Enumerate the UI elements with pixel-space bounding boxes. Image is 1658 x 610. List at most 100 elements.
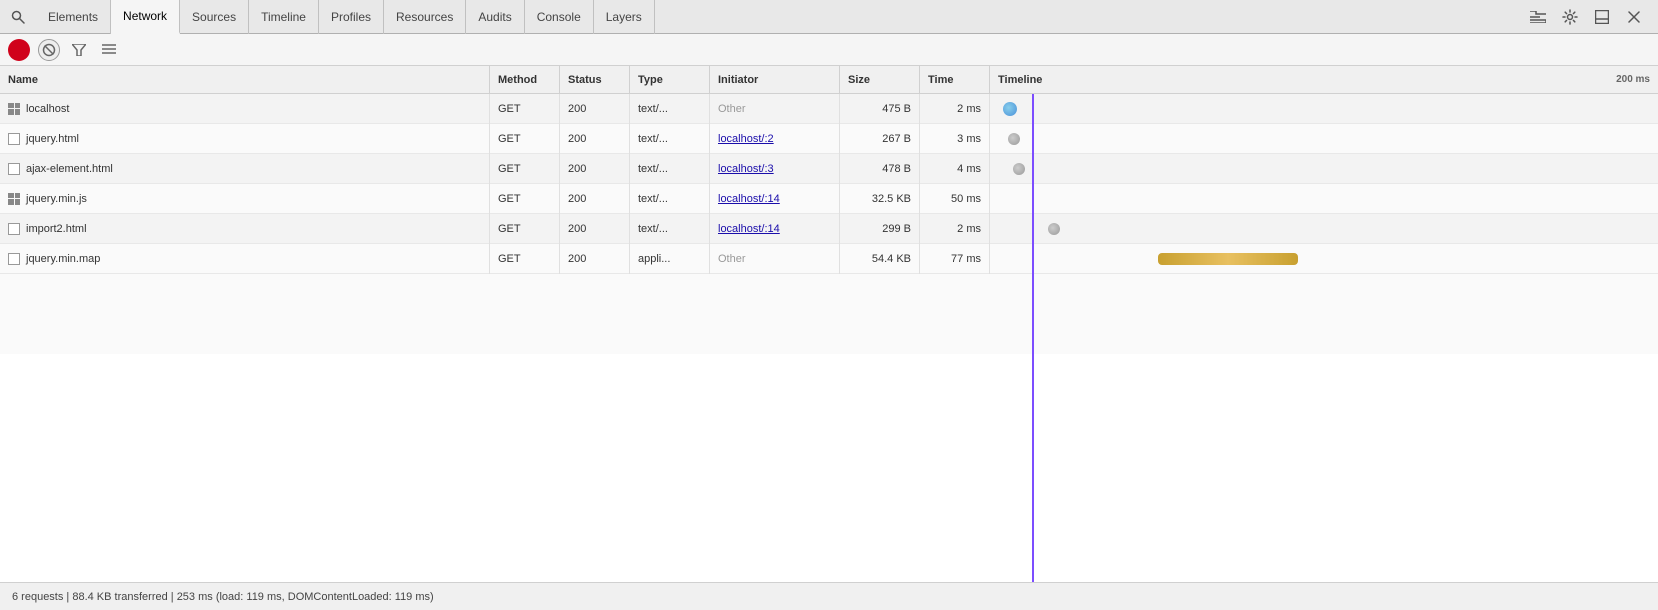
cell-status-6: 200: [560, 244, 630, 274]
tab-console[interactable]: Console: [525, 0, 594, 34]
timeline-bar-1: [1003, 102, 1017, 116]
cell-initiator-6: Other: [710, 244, 840, 274]
cell-method-1: GET: [490, 94, 560, 124]
status-bar: 6 requests | 88.4 KB transferred | 253 m…: [0, 582, 1658, 610]
tab-elements[interactable]: Elements: [36, 0, 111, 34]
cell-method-6: GET: [490, 244, 560, 274]
cell-timeline-2: [990, 124, 1658, 154]
cell-method-5: GET: [490, 214, 560, 244]
cell-size-4: 32.5 KB: [840, 184, 920, 214]
table-row[interactable]: ajax-element.html GET 200 text/... local…: [0, 154, 1658, 184]
col-header-size[interactable]: Size: [840, 66, 920, 94]
checkbox-icon-5: [8, 223, 20, 235]
cell-method-3: GET: [490, 154, 560, 184]
cell-timeline-5: [990, 214, 1658, 244]
col-header-type[interactable]: Type: [630, 66, 710, 94]
dock-button[interactable]: [1590, 5, 1614, 29]
list-button[interactable]: [98, 39, 120, 61]
cell-status-2: 200: [560, 124, 630, 154]
filter-button[interactable]: [68, 39, 90, 61]
col-header-time[interactable]: Time: [920, 66, 990, 94]
search-button[interactable]: [4, 3, 32, 31]
checkbox-icon-2: [8, 133, 20, 145]
checkbox-icon-3: [8, 163, 20, 175]
timeline-bar-6: [1158, 253, 1298, 265]
cell-status-5: 200: [560, 214, 630, 244]
cell-status-3: 200: [560, 154, 630, 184]
timeline-ms-label: 200 ms: [1616, 74, 1650, 85]
col-header-timeline[interactable]: Timeline 200 ms: [990, 66, 1658, 94]
grid-icon-1: [8, 103, 20, 115]
cell-name-4: jquery.min.js: [0, 184, 490, 214]
table-row[interactable]: localhost GET 200 text/... Other 475 B: [0, 94, 1658, 124]
cell-size-3: 478 B: [840, 154, 920, 184]
cell-time-4: 50 ms: [920, 184, 990, 214]
col-header-initiator[interactable]: Initiator: [710, 66, 840, 94]
timeline-bar-2: [1008, 133, 1020, 145]
cell-status-4: 200: [560, 184, 630, 214]
tab-profiles[interactable]: Profiles: [319, 0, 384, 34]
cell-time-1: 2 ms: [920, 94, 990, 124]
table-header: Name Method Status Type Initiator Size T…: [0, 66, 1658, 94]
tab-audits[interactable]: Audits: [466, 0, 524, 34]
tab-layers[interactable]: Layers: [594, 0, 655, 34]
cell-initiator-3: localhost/:3: [710, 154, 840, 184]
toolbar-right: [1526, 5, 1654, 29]
tab-resources[interactable]: Resources: [384, 0, 466, 34]
cell-time-2: 3 ms: [920, 124, 990, 154]
col-header-name[interactable]: Name: [0, 66, 490, 94]
col-header-method[interactable]: Method: [490, 66, 560, 94]
cell-time-3: 4 ms: [920, 154, 990, 184]
cell-name-1: localhost: [0, 94, 490, 124]
cell-timeline-4: [990, 184, 1658, 214]
cell-time-6: 77 ms: [920, 244, 990, 274]
settings-button[interactable]: [1558, 5, 1582, 29]
table-container: Name Method Status Type Initiator Size T…: [0, 66, 1658, 582]
execute-button[interactable]: [1526, 5, 1550, 29]
cell-name-3: ajax-element.html: [0, 154, 490, 184]
cell-method-4: GET: [490, 184, 560, 214]
cell-timeline-1: [990, 94, 1658, 124]
cell-initiator-2: localhost/:2: [710, 124, 840, 154]
cell-type-2: text/...: [630, 124, 710, 154]
cell-type-1: text/...: [630, 94, 710, 124]
timeline-bar-5: [1048, 223, 1060, 235]
col-header-status[interactable]: Status: [560, 66, 630, 94]
clear-button[interactable]: [38, 39, 60, 61]
table-body: localhost GET 200 text/... Other 475 B: [0, 94, 1658, 582]
tab-bar: Elements Network Sources Timeline Profil…: [0, 0, 1658, 34]
tab-sources[interactable]: Sources: [180, 0, 249, 34]
cell-name-6: jquery.min.map: [0, 244, 490, 274]
cell-method-2: GET: [490, 124, 560, 154]
checkbox-icon-6: [8, 253, 20, 265]
cell-status-1: 200: [560, 94, 630, 124]
grid-icon-4: [8, 193, 20, 205]
table-row[interactable]: jquery.html GET 200 text/... localhost/:…: [0, 124, 1658, 154]
table-row[interactable]: import2.html GET 200 text/... localhost/…: [0, 214, 1658, 244]
cell-type-5: text/...: [630, 214, 710, 244]
empty-area: [0, 274, 1658, 354]
network-panel: Name Method Status Type Initiator Size T…: [0, 66, 1658, 582]
close-button[interactable]: [1622, 5, 1646, 29]
timeline-bar-3: [1013, 163, 1025, 175]
cell-size-5: 299 B: [840, 214, 920, 244]
tab-network[interactable]: Network: [111, 0, 180, 34]
tab-timeline[interactable]: Timeline: [249, 0, 319, 34]
purple-timeline-line: [1032, 94, 1034, 582]
cell-initiator-1: Other: [710, 94, 840, 124]
cell-name-2: jquery.html: [0, 124, 490, 154]
cell-time-5: 2 ms: [920, 214, 990, 244]
cell-initiator-5: localhost/:14: [710, 214, 840, 244]
cell-type-4: text/...: [630, 184, 710, 214]
secondary-toolbar: [0, 34, 1658, 66]
cell-name-5: import2.html: [0, 214, 490, 244]
table-row[interactable]: jquery.min.js GET 200 text/... localhost…: [0, 184, 1658, 214]
cell-type-6: appli...: [630, 244, 710, 274]
cell-size-2: 267 B: [840, 124, 920, 154]
cell-timeline-6: [990, 244, 1658, 274]
cell-initiator-4: localhost/:14: [710, 184, 840, 214]
table-row[interactable]: jquery.min.map GET 200 appli... Other 54…: [0, 244, 1658, 274]
cell-size-6: 54.4 KB: [840, 244, 920, 274]
cell-timeline-3: [990, 154, 1658, 184]
record-button[interactable]: [8, 39, 30, 61]
